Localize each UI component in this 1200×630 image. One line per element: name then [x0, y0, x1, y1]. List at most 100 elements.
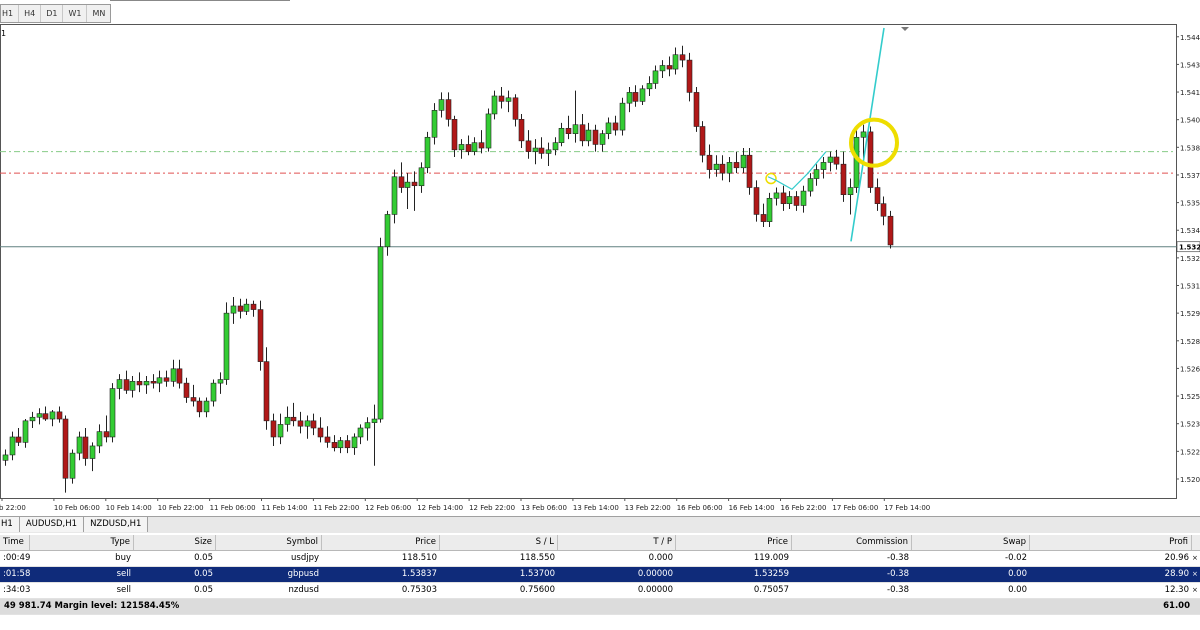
bear-candle [176, 368, 183, 384]
trade-type: sell [116, 569, 131, 579]
header-size[interactable]: Size [134, 535, 216, 550]
close-order-icon[interactable]: × [1192, 583, 1200, 598]
bear-candle [103, 431, 110, 438]
trade-row-gbpusd[interactable]: :01:58 sell 0.05 gbpusd 1.53837 1.53700 … [0, 567, 1200, 583]
close-order-icon[interactable]: × [1192, 551, 1200, 566]
header-current-price[interactable]: Price [676, 535, 792, 550]
trade-swap: 0.00 [1008, 569, 1027, 579]
bull-candle [230, 305, 237, 314]
price-tick-label: 1.523 [1180, 421, 1200, 429]
tab-gbpusd-h1[interactable]: H1 [0, 517, 20, 532]
chart-canvas[interactable]: 1.544 1.543 1.541 1.540 1.538 1.537 1.535 1.534… [0, 24, 1200, 516]
bear-candle [679, 54, 686, 61]
toolbar-divider [110, 0, 290, 1]
header-time[interactable]: Time [0, 535, 30, 550]
timeframe-h4-button[interactable]: H4 [19, 5, 42, 22]
time-tick-label: 13 Feb 14:00 [573, 504, 619, 512]
trade-size: 0.05 [194, 569, 213, 579]
bear-candle [686, 59, 693, 93]
bull-candle [170, 368, 177, 382]
price-tick-label: 1.525 [1180, 393, 1200, 401]
trade-commission: -0.38 [887, 569, 909, 579]
bull-candle [558, 127, 565, 143]
bull-candle [284, 416, 291, 425]
trade-profit: 28.90 [1164, 569, 1189, 579]
trade-current-price: 0.75057 [753, 585, 789, 595]
time-tick-label: 13 Feb 22:00 [625, 504, 671, 512]
price-tick-label: 1.541 [1180, 89, 1200, 97]
tab-audusd-h1[interactable]: AUDUSD,H1 [19, 517, 85, 532]
bear-candle [867, 131, 874, 188]
total-profit: 61.00 [1163, 601, 1190, 611]
price-chart[interactable]: 1.544 1.543 1.541 1.540 1.538 1.537 1.535 1.534… [0, 24, 1200, 516]
bull-candle [458, 144, 465, 151]
bear-candle [874, 187, 881, 204]
trade-profit: 20.96 [1164, 553, 1189, 563]
bull-candle [605, 122, 612, 134]
bear-candle [257, 309, 264, 362]
chart-window-label: 1 [1, 29, 7, 38]
trade-profit: 12.30 [1164, 585, 1189, 595]
bull-candle [2, 454, 9, 461]
bull-candle [847, 187, 854, 195]
bear-candle [263, 361, 270, 422]
trade-row-usdjpy[interactable]: :00:49 buy 0.05 usdjpy 118.510 118.550 0… [0, 551, 1200, 567]
trade-swap: -0.02 [1005, 553, 1027, 563]
trade-symbol: nzdusd [288, 585, 319, 595]
bull-candle [337, 440, 344, 449]
bull-candle [619, 102, 626, 131]
price-tick-label: 1.534 [1180, 227, 1200, 235]
bear-candle [538, 147, 545, 154]
timeframe-h1-button[interactable]: H1 [1, 5, 20, 22]
bull-candle [391, 176, 398, 215]
header-commission[interactable]: Commission [792, 535, 912, 550]
header-swap[interactable]: Swap [912, 535, 1030, 550]
bear-candle [465, 144, 472, 152]
bull-candle [243, 303, 250, 312]
bear-candle [706, 154, 713, 170]
timeframe-d1-button[interactable]: D1 [41, 5, 64, 22]
timeframe-w1-button[interactable]: W1 [63, 5, 88, 22]
trade-open-price: 118.510 [401, 553, 437, 563]
bull-candle [626, 92, 633, 104]
bull-candle [599, 133, 606, 145]
header-profit[interactable]: Profi [1030, 535, 1192, 550]
tab-nzdusd-h1[interactable]: NZDUSD,H1 [84, 517, 149, 532]
bear-candle [833, 156, 840, 165]
bull-candle [431, 110, 438, 138]
header-symbol[interactable]: Symbol [216, 535, 322, 550]
header-open-price[interactable]: Price [322, 535, 440, 550]
bear-candle [753, 187, 760, 215]
timeframe-mn-button[interactable]: MN [87, 5, 110, 22]
bull-candle [652, 70, 659, 84]
bear-candle [760, 214, 767, 222]
trade-time: :34:03 [3, 585, 30, 595]
bull-candle [572, 124, 579, 134]
time-tick-label: 17 Feb 14:00 [884, 504, 930, 512]
bull-candle [89, 445, 96, 459]
bull-candle [210, 382, 217, 402]
header-stop-loss[interactable]: S / L [440, 535, 558, 550]
bull-candle [740, 154, 747, 169]
bull-candle [364, 422, 371, 429]
time-tick-label: 11 Feb 22:00 [313, 504, 359, 512]
bear-candle [196, 400, 203, 413]
header-take-profit[interactable]: T / P [558, 535, 676, 550]
bull-candle [36, 413, 43, 418]
bull-candle [820, 162, 827, 170]
header-type[interactable]: Type [30, 535, 134, 550]
bull-candle [351, 436, 358, 449]
bull-candle [29, 416, 36, 422]
bull-candle [277, 424, 284, 438]
trade-row-nzdusd[interactable]: :34:03 sell 0.05 nzdusd 0.75303 0.75600 … [0, 583, 1200, 599]
close-order-icon[interactable]: × [1192, 567, 1200, 582]
time-tick-label: 13 Feb 06:00 [521, 504, 567, 512]
bull-candle [418, 167, 425, 187]
trade-size: 0.05 [194, 585, 213, 595]
bear-candle [666, 65, 673, 70]
bear-candle [693, 92, 700, 127]
bull-candle [786, 196, 793, 204]
trade-open-price: 0.75303 [401, 585, 437, 595]
bear-candle [250, 303, 257, 310]
bear-candle [270, 420, 277, 438]
